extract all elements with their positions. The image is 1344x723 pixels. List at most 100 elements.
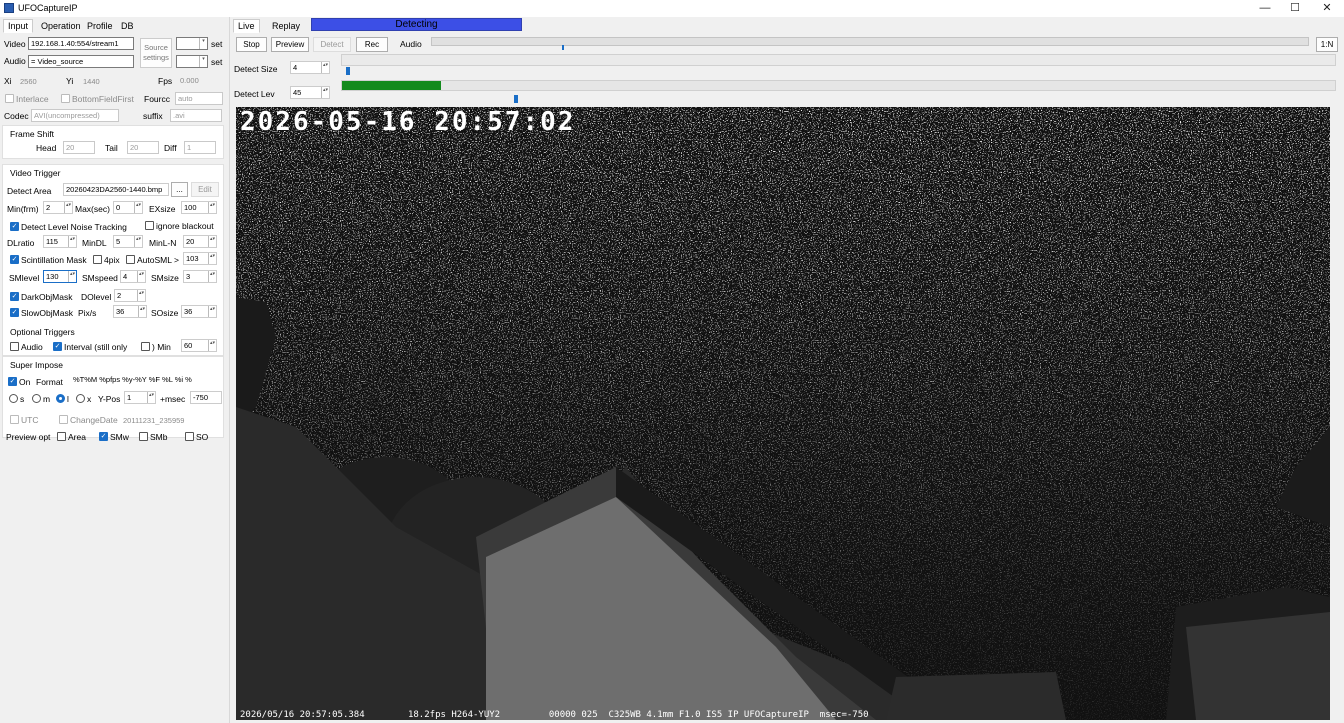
head-spinner[interactable]: 20 (63, 141, 95, 154)
utc-checkbox[interactable] (10, 415, 19, 424)
autosml-checkbox[interactable] (126, 255, 135, 264)
size-l-label: l (67, 394, 69, 404)
msec-input[interactable]: -750 (190, 391, 222, 404)
tab-replay[interactable]: Replay (267, 19, 305, 33)
tab-live[interactable]: Live (233, 19, 260, 33)
detect-area-edit-button[interactable]: Edit (191, 182, 219, 197)
suffix-input[interactable]: .avi (170, 109, 222, 122)
sosize-spinner[interactable]: 36 ▴▾ (181, 305, 217, 318)
fourcc-select[interactable]: auto (175, 92, 223, 105)
tail-spinner[interactable]: 20 (127, 141, 159, 154)
interval-checkbox[interactable]: ✓ (53, 342, 62, 351)
ypos-spinner[interactable]: 1 ▴▾ (124, 391, 156, 404)
pixs-spinner[interactable]: 36 ▴▾ (113, 305, 147, 318)
dolevel-spinner[interactable]: 2 ▴▾ (114, 289, 146, 302)
detect-lev-thumb[interactable] (514, 95, 518, 103)
detect-lev-spinner[interactable]: 45 ▴▾ (290, 86, 330, 99)
min-checkbox[interactable] (141, 342, 150, 351)
darkobjmask-checkbox[interactable]: ✓ (10, 292, 19, 301)
title-bar: UFOCaptureIP — ☐ ✕ (0, 0, 1344, 17)
preview-smw-checkbox[interactable]: ✓ (99, 432, 108, 441)
size-l-radio[interactable] (56, 394, 65, 403)
changedate-label: ChangeDate (70, 415, 118, 425)
audio-trigger-checkbox[interactable] (10, 342, 19, 351)
format-label: Format (36, 377, 63, 387)
chevron-down-icon: ▾ (199, 38, 207, 49)
stop-button[interactable]: Stop (236, 37, 267, 52)
dolevel-value: 2 (117, 291, 122, 300)
detect-button[interactable]: Detect (313, 37, 351, 52)
rec-button[interactable]: Rec (356, 37, 388, 52)
detect-area-input[interactable]: 20260423DA2560-1440.bmp (63, 183, 169, 196)
ignore-blackout-checkbox[interactable] (145, 221, 154, 230)
preview-area-checkbox[interactable] (57, 432, 66, 441)
size-x-radio[interactable] (76, 394, 85, 403)
smspeed-value: 4 (123, 272, 128, 281)
detect-size-thumb[interactable] (346, 67, 350, 75)
tab-input[interactable]: Input (3, 19, 34, 33)
scintillation-mask-checkbox[interactable]: ✓ (10, 255, 19, 264)
superimpose-on-checkbox[interactable]: ✓ (8, 377, 17, 386)
size-x-label: x (87, 394, 92, 404)
detect-size-slider[interactable] (341, 54, 1336, 66)
audio-label: Audio (4, 56, 26, 66)
superimpose-on-label: On (19, 377, 31, 387)
smlevel-spinner[interactable]: 130 ▴▾ (43, 270, 77, 283)
detect-lev-label: Detect Lev (234, 89, 275, 99)
bottomfieldfirst-checkbox[interactable] (61, 94, 70, 103)
source-settings-button[interactable]: Source settings (140, 38, 172, 68)
interlace-checkbox[interactable] (5, 94, 14, 103)
preview-button[interactable]: Preview (271, 37, 309, 52)
codec-select[interactable]: AVI(uncompressed) (31, 109, 119, 122)
minimize-button[interactable]: — (1248, 0, 1282, 17)
size-s-radio[interactable] (9, 394, 18, 403)
video-set-combo[interactable]: ▾ (176, 37, 208, 50)
ypos-value: 1 (127, 393, 132, 402)
changedate-checkbox[interactable] (59, 415, 68, 424)
audio-set-label[interactable]: set (211, 57, 222, 67)
noise-tracking-checkbox[interactable]: ✓ (10, 222, 19, 231)
preview-smb-checkbox[interactable] (139, 432, 148, 441)
exsize-value: 100 (184, 203, 197, 212)
interval-min-spinner[interactable]: 60 ▴▾ (181, 339, 217, 352)
maxsec-spinner[interactable]: 0 ▴▾ (113, 201, 143, 214)
smspeed-spinner[interactable]: 4 ▴▾ (120, 270, 146, 283)
minfrm-spinner[interactable]: 2 ▴▾ (43, 201, 73, 214)
video-url-input[interactable]: 192.168.1.40:554/stream1 (28, 37, 134, 50)
audio-source-input[interactable]: = Video_source (28, 55, 134, 68)
dlratio-spinner[interactable]: 115 ▴▾ (43, 235, 77, 248)
spin-arrows-icon: ▴▾ (68, 271, 76, 282)
yi-label: Yi (66, 76, 74, 86)
ratio-button[interactable]: 1:N (1316, 37, 1338, 52)
suffix-label: suffix (143, 111, 163, 121)
preview-so-checkbox[interactable] (185, 432, 194, 441)
detect-size-spinner[interactable]: 4 ▴▾ (290, 61, 330, 74)
minln-spinner[interactable]: 20 ▴▾ (183, 235, 217, 248)
spin-arrows-icon: ▴▾ (64, 202, 72, 213)
4pix-checkbox[interactable] (93, 255, 102, 264)
spin-arrows-icon: ▴▾ (147, 392, 155, 403)
slowobjmask-checkbox[interactable]: ✓ (10, 308, 19, 317)
diff-spinner[interactable]: 1 (184, 141, 216, 154)
frame-shift-group: Frame Shift Head 20 Tail 20 Diff 1 (2, 125, 224, 159)
format-input[interactable]: %T%M %pfps %y-%Y %F %L %i % (71, 374, 221, 387)
bottomfieldfirst-label: BottomFieldFirst (72, 94, 134, 104)
fourcc-label: Fourcc (144, 94, 170, 104)
smsize-spinner[interactable]: 3 ▴▾ (183, 270, 217, 283)
video-set-label[interactable]: set (211, 39, 222, 49)
size-m-radio[interactable] (32, 394, 41, 403)
audio-set-combo[interactable]: ▾ (176, 55, 208, 68)
fps-value: 0.000 (180, 76, 199, 85)
exsize-spinner[interactable]: 100 ▴▾ (181, 201, 217, 214)
tab-profile[interactable]: Profile (82, 19, 118, 33)
maxsec-value: 0 (116, 203, 121, 212)
close-button[interactable]: ✕ (1310, 0, 1344, 17)
interval-label: Interval (still only (64, 342, 128, 352)
detect-area-browse-button[interactable]: ... (171, 182, 188, 197)
tab-operation[interactable]: Operation (36, 19, 86, 33)
mindl-spinner[interactable]: 5 ▴▾ (113, 235, 143, 248)
dolevel-label: DOlevel (81, 292, 112, 302)
maximize-button[interactable]: ☐ (1278, 0, 1312, 17)
tab-db[interactable]: DB (116, 19, 139, 33)
autosml-spinner[interactable]: 103 ▴▾ (183, 252, 217, 265)
